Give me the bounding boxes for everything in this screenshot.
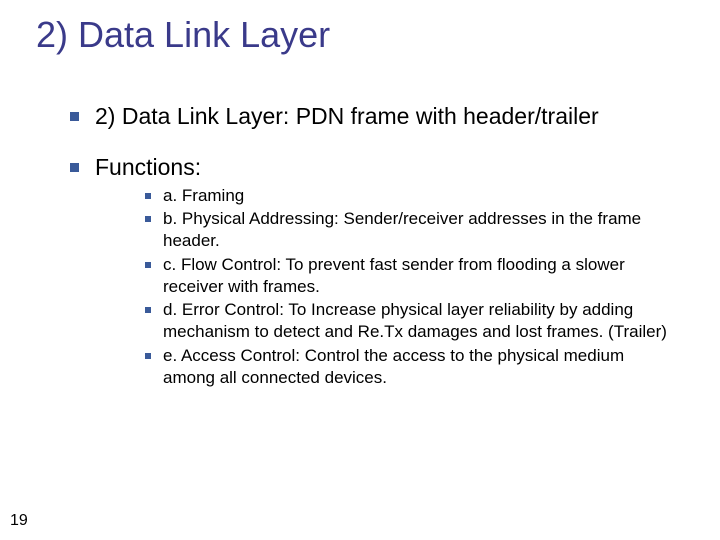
sub-bullet-group: a. Framing b. Physical Addressing: Sende… [145,185,680,389]
sub-bullet-text: c. Flow Control: To prevent fast sender … [163,254,680,298]
bullet-level2: d. Error Control: To Increase physical l… [145,299,680,343]
bullet-level1: Functions: a. Framing b. Physical Addres… [70,153,680,391]
sub-bullet-text: b. Physical Addressing: Sender/receiver … [163,208,680,252]
sub-bullet-text: e. Access Control: Control the access to… [163,345,680,389]
square-bullet-icon [145,353,151,359]
square-bullet-icon [70,163,79,172]
slide-body: 2) Data Link Layer: PDN frame with heade… [70,102,680,412]
bullet-level2: a. Framing [145,185,680,207]
bullet-text: Functions: a. Framing b. Physical Addres… [95,153,680,391]
sub-bullet-text: d. Error Control: To Increase physical l… [163,299,680,343]
slide: 2) Data Link Layer 2) Data Link Layer: P… [0,0,720,540]
bullet-level2: e. Access Control: Control the access to… [145,345,680,389]
square-bullet-icon [145,262,151,268]
page-number: 19 [10,512,28,530]
bullet-level2: b. Physical Addressing: Sender/receiver … [145,208,680,252]
square-bullet-icon [145,193,151,199]
square-bullet-icon [145,216,151,222]
square-bullet-icon [70,112,79,121]
bullet-label: Functions: [95,154,201,180]
slide-title: 2) Data Link Layer [36,14,330,56]
square-bullet-icon [145,307,151,313]
bullet-level1: 2) Data Link Layer: PDN frame with heade… [70,102,680,131]
sub-bullet-text: a. Framing [163,185,680,207]
bullet-text: 2) Data Link Layer: PDN frame with heade… [95,102,680,131]
bullet-level2: c. Flow Control: To prevent fast sender … [145,254,680,298]
